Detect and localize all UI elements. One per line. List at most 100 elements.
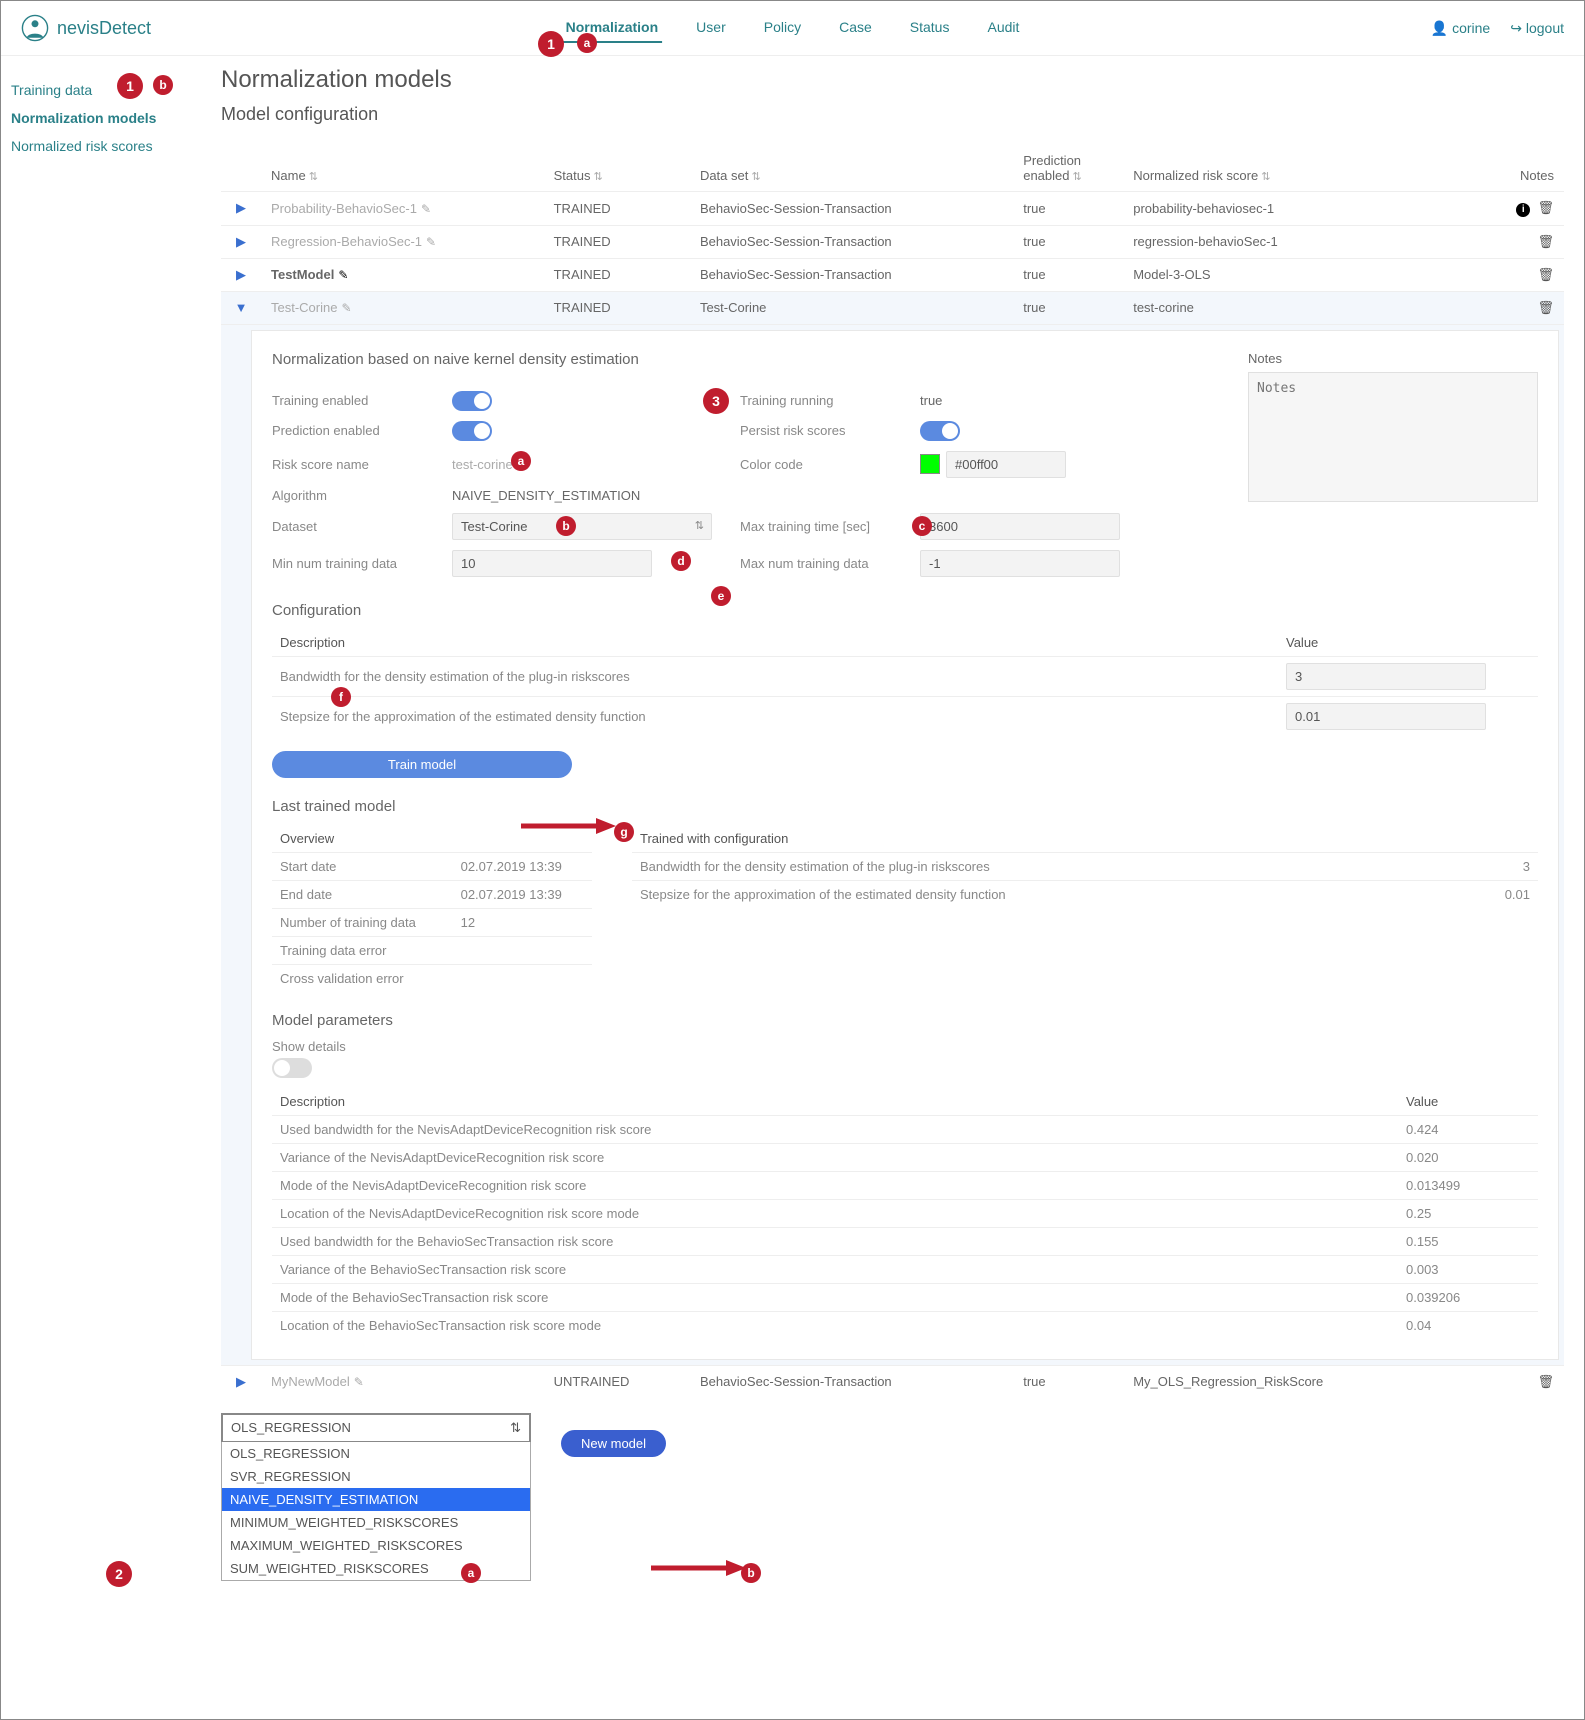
- row-prediction: true: [1013, 291, 1123, 324]
- row-name: Test-Corine: [271, 300, 337, 315]
- color-chip[interactable]: [920, 454, 940, 474]
- row-status: TRAINED: [544, 258, 690, 291]
- row-dataset: BehavioSec-Session-Transaction: [690, 192, 1013, 226]
- edit-icon[interactable]: ✎: [341, 301, 351, 315]
- delete-icon[interactable]: 🗑: [1537, 267, 1554, 282]
- callout-b-detail: b: [556, 516, 576, 536]
- row-score: My_OLS_Regression_RiskScore: [1123, 1365, 1444, 1398]
- algorithm-select[interactable]: OLS_REGRESSION⇅: [221, 1413, 531, 1443]
- callout-1-side: 1: [117, 73, 143, 99]
- training-enabled-label: Training enabled: [272, 393, 452, 408]
- top-nav: Normalization User Policy Case Status Au…: [562, 13, 1024, 43]
- training-running-value: true: [920, 393, 942, 408]
- delete-icon[interactable]: 🗑: [1537, 300, 1554, 315]
- col-status[interactable]: Status: [544, 145, 690, 192]
- ov-key: Number of training data: [272, 908, 453, 936]
- algorithm-option[interactable]: SVR_REGRESSION: [222, 1465, 530, 1488]
- prediction-enabled-toggle[interactable]: [452, 421, 492, 441]
- expand-icon[interactable]: ▶: [236, 1374, 246, 1390]
- edit-icon[interactable]: ✎: [338, 268, 348, 282]
- info-icon[interactable]: i: [1516, 203, 1530, 217]
- user-name[interactable]: 👤 corine: [1431, 20, 1490, 37]
- nav-case[interactable]: Case: [835, 13, 876, 43]
- callout-1-top: 1: [538, 31, 564, 57]
- expand-icon[interactable]: ▶: [236, 267, 246, 283]
- table-row: ▶ MyNewModel✎ UNTRAINED BehavioSec-Sessi…: [221, 1365, 1564, 1398]
- training-enabled-toggle[interactable]: [452, 391, 492, 411]
- min-train-label: Min num training data: [272, 556, 452, 571]
- col-dataset[interactable]: Data set: [690, 145, 1013, 192]
- mp-row-desc: Mode of the NevisAdaptDeviceRecognition …: [272, 1171, 1398, 1199]
- training-running-label: Training running: [740, 393, 920, 408]
- train-model-button[interactable]: Train model: [272, 751, 572, 778]
- color-code-input[interactable]: [946, 451, 1066, 478]
- cfg-val-header: Value: [1278, 629, 1538, 657]
- max-time-input[interactable]: [920, 513, 1120, 540]
- expand-icon[interactable]: ▶: [236, 200, 246, 216]
- edit-icon[interactable]: ✎: [426, 235, 436, 249]
- col-score[interactable]: Normalized risk score: [1123, 145, 1444, 192]
- edit-icon[interactable]: ✎: [421, 202, 431, 216]
- callout-a-detail: a: [511, 451, 531, 471]
- row-status: TRAINED: [544, 225, 690, 258]
- col-name[interactable]: Name: [261, 145, 544, 192]
- mp-row-desc: Location of the NevisAdaptDeviceRecognit…: [272, 1199, 1398, 1227]
- sidebar-normalized-risk-scores[interactable]: Normalized risk scores: [11, 132, 191, 160]
- brand-icon: [21, 14, 49, 42]
- show-details-toggle[interactable]: [272, 1058, 312, 1078]
- model-params-table: DescriptionValue Used bandwidth for the …: [272, 1088, 1538, 1339]
- cfg-row-value-input[interactable]: [1286, 663, 1486, 690]
- algorithm-option[interactable]: NAIVE_DENSITY_ESTIMATION: [222, 1488, 530, 1511]
- notes-textarea[interactable]: [1248, 372, 1538, 502]
- mp-row-val: 0.039206: [1398, 1283, 1538, 1311]
- dropdown-icon: ⇅: [510, 1420, 521, 1436]
- mp-val-header: Value: [1398, 1088, 1538, 1116]
- algorithm-option[interactable]: OLS_REGRESSION: [222, 1442, 530, 1465]
- algorithm-option[interactable]: MINIMUM_WEIGHTED_RISKSCORES: [222, 1511, 530, 1534]
- ov-val: [453, 964, 592, 992]
- edit-icon[interactable]: ✎: [354, 1375, 364, 1389]
- row-status: TRAINED: [544, 291, 690, 324]
- logout-link[interactable]: ↪ logout: [1510, 20, 1564, 37]
- expand-icon[interactable]: ▶: [236, 234, 246, 250]
- row-dataset: Test-Corine: [690, 291, 1013, 324]
- delete-icon[interactable]: 🗑: [1537, 234, 1554, 249]
- delete-icon[interactable]: 🗑: [1537, 200, 1554, 215]
- callout-e-detail: e: [711, 586, 731, 606]
- trained-row-desc: Stepsize for the approximation of the es…: [632, 880, 1418, 908]
- algorithm-option[interactable]: MAXIMUM_WEIGHTED_RISKSCORES: [222, 1534, 530, 1557]
- persist-toggle[interactable]: [920, 421, 960, 441]
- sidebar-normalization-models[interactable]: Normalization models: [11, 104, 191, 132]
- row-score: test-corine: [1123, 291, 1444, 324]
- min-train-input[interactable]: [452, 550, 652, 577]
- callout-a-bottom: a: [461, 1563, 481, 1583]
- col-prediction[interactable]: Prediction enabled: [1013, 145, 1123, 192]
- mp-row-desc: Used bandwidth for the BehavioSecTransac…: [272, 1227, 1398, 1255]
- configuration-table: DescriptionValue Bandwidth for the densi…: [272, 629, 1538, 736]
- callout-f-config: f: [331, 687, 351, 707]
- callout-c-detail: c: [912, 516, 932, 536]
- dataset-select[interactable]: [452, 513, 712, 540]
- arrow-g: [521, 816, 616, 836]
- nav-status[interactable]: Status: [906, 13, 954, 43]
- nav-policy[interactable]: Policy: [760, 13, 805, 43]
- row-prediction: true: [1013, 1365, 1123, 1398]
- persist-label: Persist risk scores: [740, 423, 920, 438]
- row-name: Probability-BehavioSec-1: [271, 201, 417, 216]
- delete-icon[interactable]: 🗑: [1537, 1374, 1554, 1389]
- row-name: Regression-BehavioSec-1: [271, 234, 422, 249]
- algorithm-option[interactable]: SUM_WEIGHTED_RISKSCORES: [222, 1557, 530, 1580]
- row-status: UNTRAINED: [544, 1365, 690, 1398]
- nav-audit[interactable]: Audit: [983, 13, 1023, 43]
- callout-d-detail: d: [671, 551, 691, 571]
- new-model-button[interactable]: New model: [561, 1430, 666, 1457]
- mp-desc-header: Description: [272, 1088, 1398, 1116]
- collapse-icon[interactable]: ▼: [235, 300, 248, 315]
- cfg-row-value-input[interactable]: [1286, 703, 1486, 730]
- user-block: 👤 corine ↪ logout: [1431, 20, 1564, 37]
- table-row: ▶ TestModel✎ TRAINED BehavioSec-Session-…: [221, 258, 1564, 291]
- trained-row-val: 3: [1418, 852, 1538, 880]
- max-train-input[interactable]: [920, 550, 1120, 577]
- mp-row-val: 0.25: [1398, 1199, 1538, 1227]
- nav-user[interactable]: User: [692, 13, 730, 43]
